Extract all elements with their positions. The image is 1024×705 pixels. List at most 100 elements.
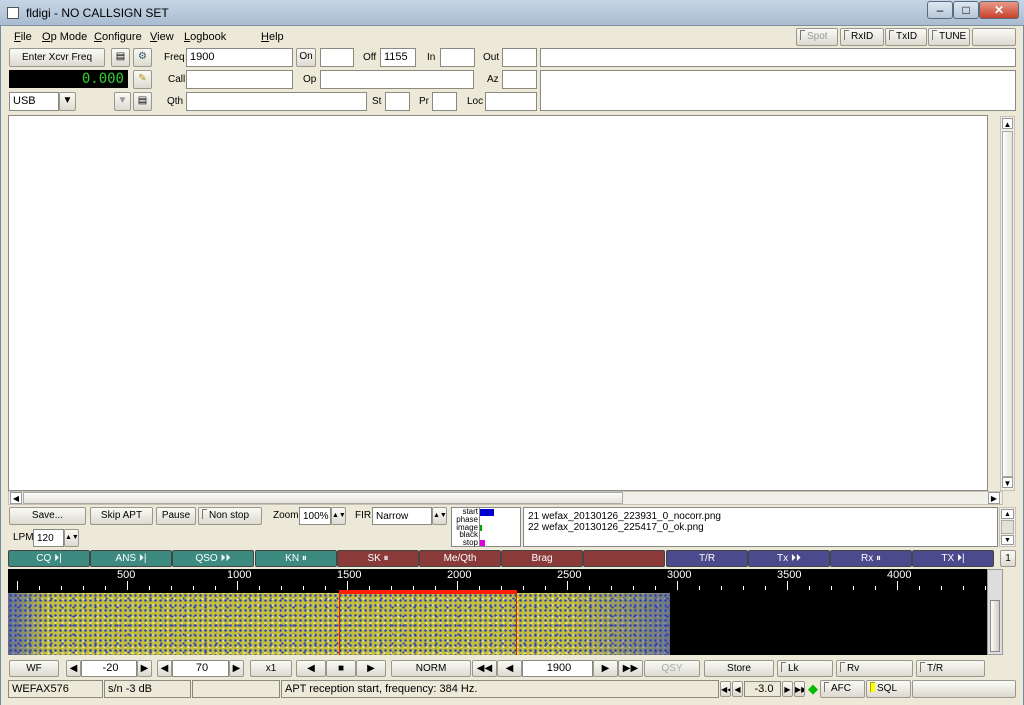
- txid-toggle[interactable]: TxID: [885, 28, 927, 46]
- time-off-field[interactable]: 1155: [380, 48, 416, 67]
- horizontal-scrollbar[interactable]: ◀ ▶: [8, 491, 1003, 505]
- on-button[interactable]: On: [296, 48, 316, 67]
- blank-toggle[interactable]: [972, 28, 1016, 46]
- horizontal-scroll-thumb[interactable]: [23, 492, 623, 504]
- squelch-down-icon[interactable]: ◀: [732, 681, 743, 697]
- lock-toggle[interactable]: Lk: [777, 660, 833, 677]
- mode-dropdown-icon[interactable]: ▼: [59, 92, 76, 111]
- store-button[interactable]: Store: [704, 660, 774, 677]
- tune-toggle[interactable]: TUNE: [928, 28, 970, 46]
- time-on-field[interactable]: [320, 48, 354, 67]
- waterfall-scroll-thumb[interactable]: [990, 600, 1000, 652]
- range-field[interactable]: 70: [172, 660, 229, 677]
- macro-button-12[interactable]: TX ⏵|: [912, 550, 994, 567]
- macro-button-11[interactable]: Rx ⏸: [830, 550, 912, 567]
- scroll-down-icon[interactable]: ▼: [1002, 477, 1013, 488]
- files-scroll-thumb[interactable]: [1001, 520, 1014, 534]
- macro-button-5[interactable]: SK ⏸: [337, 550, 419, 567]
- menu-view[interactable]: View: [150, 31, 174, 43]
- azimuth-field[interactable]: [502, 70, 537, 89]
- menu-opmode[interactable]: Op Mode: [42, 31, 87, 43]
- files-scroll-down-icon[interactable]: ▼: [1001, 535, 1014, 545]
- broom-icon[interactable]: ✎: [133, 70, 152, 89]
- macro-button-9[interactable]: T/R: [666, 550, 748, 567]
- squelch-fast-down-icon[interactable]: ◀◀: [720, 681, 731, 697]
- tx-status-button[interactable]: [912, 680, 1016, 698]
- close-button[interactable]: ✕: [979, 1, 1019, 19]
- memory-icon[interactable]: ▤: [111, 48, 130, 67]
- ref-decrease-icon[interactable]: ◀: [66, 660, 81, 677]
- mode-select[interactable]: USB: [9, 92, 59, 111]
- scroll-right-icon[interactable]: ▶: [988, 492, 1000, 504]
- enter-freq-button[interactable]: Enter Xcvr Freq: [9, 48, 105, 67]
- log-icon[interactable]: ▤: [133, 92, 152, 111]
- notes-field[interactable]: [540, 48, 1016, 67]
- macro-button-6[interactable]: Me/Qth: [419, 550, 501, 567]
- rig-icon[interactable]: ⚙: [133, 48, 152, 67]
- minimize-button[interactable]: –: [927, 1, 953, 19]
- frequency-scale[interactable]: 500 1000 1500 2000 2500 3000 3500 4000: [8, 569, 987, 590]
- list-item[interactable]: 22 wefax_20130126_225417_0_ok.png: [528, 522, 704, 533]
- qsy-button[interactable]: QSY: [644, 660, 700, 677]
- macro-button-3[interactable]: QSO ⏵⏵: [172, 550, 254, 567]
- pause-button[interactable]: Pause: [156, 507, 196, 525]
- menu-logbook[interactable]: Logbook: [184, 31, 226, 43]
- maximize-button[interactable]: □: [953, 1, 979, 19]
- rst-out-field[interactable]: [502, 48, 537, 67]
- files-scroll-up-icon[interactable]: ▲: [1001, 509, 1014, 519]
- zoom-select[interactable]: 100%: [299, 507, 331, 525]
- wf-mode-button[interactable]: WF: [9, 660, 59, 677]
- squelch-fast-up-icon[interactable]: ▶▶: [794, 681, 805, 697]
- op-name-field[interactable]: [320, 70, 474, 89]
- menu-help[interactable]: Help: [261, 31, 284, 43]
- range-decrease-icon[interactable]: ◀: [157, 660, 172, 677]
- vertical-scroll-thumb[interactable]: [1002, 131, 1013, 477]
- right-icon[interactable]: ▶: [356, 660, 386, 677]
- ref-increase-icon[interactable]: ▶: [137, 660, 152, 677]
- menu-configure[interactable]: Configure: [94, 31, 142, 43]
- fir-select[interactable]: Narrow: [372, 507, 432, 525]
- rst-in-field[interactable]: [440, 48, 475, 67]
- skip-apt-button[interactable]: Skip APT: [90, 507, 153, 525]
- province-field[interactable]: [432, 92, 457, 111]
- left-icon[interactable]: ◀: [296, 660, 326, 677]
- fast-rewind-icon[interactable]: ◀◀: [472, 660, 497, 677]
- macro-button-1[interactable]: CQ ⏵|: [8, 550, 90, 567]
- carrier-frequency-field[interactable]: 1900: [522, 660, 593, 677]
- step-forward-icon[interactable]: ▶: [593, 660, 618, 677]
- scroll-left-icon[interactable]: ◀: [10, 492, 22, 504]
- macro-button-4[interactable]: KN ⏸: [255, 550, 337, 567]
- non-stop-toggle[interactable]: Non stop: [198, 507, 262, 525]
- stop-icon[interactable]: ■: [326, 660, 356, 677]
- fir-dropdown-icon[interactable]: ▲▼: [432, 507, 447, 525]
- received-files-list[interactable]: 21 wefax_20130126_223931_0_nocorr.png 22…: [523, 507, 998, 547]
- locator-field[interactable]: [485, 92, 537, 111]
- step-back-icon[interactable]: ◀: [497, 660, 522, 677]
- tr-toggle[interactable]: T/R: [916, 660, 985, 677]
- fast-forward-icon[interactable]: ▶▶: [618, 660, 643, 677]
- vertical-scrollbar[interactable]: ▲ ▼: [1000, 116, 1015, 491]
- bandwidth-dropdown-icon[interactable]: ▼: [114, 92, 131, 111]
- rxid-toggle[interactable]: RxID: [840, 28, 884, 46]
- macro-page-button[interactable]: 1: [1000, 550, 1016, 567]
- frequency-display[interactable]: 0.000: [9, 70, 128, 88]
- range-increase-icon[interactable]: ▶: [229, 660, 244, 677]
- call-field[interactable]: [186, 70, 293, 89]
- macro-button-7[interactable]: Brag: [501, 550, 583, 567]
- spot-toggle[interactable]: Spot: [796, 28, 838, 46]
- waterfall-display[interactable]: [8, 590, 987, 655]
- wefax-image-area[interactable]: [8, 115, 988, 491]
- squelch-level-field[interactable]: -3.0: [744, 681, 781, 697]
- scroll-up-icon[interactable]: ▲: [1002, 118, 1013, 129]
- qth-field[interactable]: [186, 92, 367, 111]
- state-field[interactable]: [385, 92, 410, 111]
- lpm-select[interactable]: 120: [33, 529, 64, 547]
- reverse-toggle[interactable]: Rv: [836, 660, 913, 677]
- save-button[interactable]: Save...: [9, 507, 86, 525]
- menu-file[interactable]: File: [14, 31, 32, 43]
- norm-button[interactable]: NORM: [391, 660, 471, 677]
- afc-toggle[interactable]: AFC: [820, 680, 865, 698]
- files-scrollbar[interactable]: ▲ ▼: [999, 507, 1016, 547]
- mode-status[interactable]: WEFAX576: [8, 680, 103, 698]
- notes-area[interactable]: [540, 70, 1016, 111]
